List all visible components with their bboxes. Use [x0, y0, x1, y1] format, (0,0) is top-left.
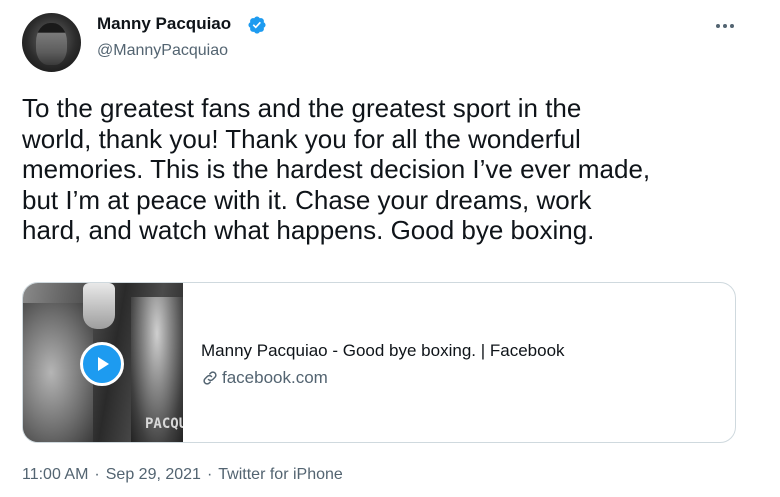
tweet-meta: 11:00 AM · Sep 29, 2021 · Twitter for iP…	[22, 466, 343, 484]
card-domain[interactable]: facebook.com	[201, 368, 328, 388]
tweet-text: To the greatest fans and the greatest sp…	[22, 93, 651, 245]
card-domain-text: facebook.com	[222, 368, 328, 387]
avatar-face	[36, 23, 67, 65]
link-card[interactable]: PACQU Manny Pacquiao - Good bye boxing. …	[22, 282, 736, 443]
tweet-date[interactable]: Sep 29, 2021	[106, 466, 201, 484]
more-options-icon[interactable]	[710, 16, 740, 36]
thumbnail-glove	[83, 283, 115, 329]
meta-separator: ·	[206, 466, 213, 483]
meta-separator: ·	[94, 466, 100, 483]
display-name[interactable]: Manny Pacquiao	[97, 14, 231, 34]
play-icon[interactable]	[80, 342, 124, 386]
link-icon	[203, 371, 217, 385]
tweet: Manny Pacquiao @MannyPacquiao To the gre…	[0, 0, 780, 497]
verified-badge-icon	[247, 15, 267, 40]
card-title[interactable]: Manny Pacquiao - Good bye boxing. | Face…	[201, 341, 565, 361]
avatar[interactable]	[22, 13, 81, 72]
tweet-time[interactable]: 11:00 AM	[22, 466, 88, 484]
thumbnail-text: PACQU	[145, 416, 183, 432]
handle[interactable]: @MannyPacquiao	[97, 42, 228, 60]
card-thumbnail[interactable]: PACQU	[23, 283, 183, 442]
tweet-source[interactable]: Twitter for iPhone	[218, 466, 343, 484]
